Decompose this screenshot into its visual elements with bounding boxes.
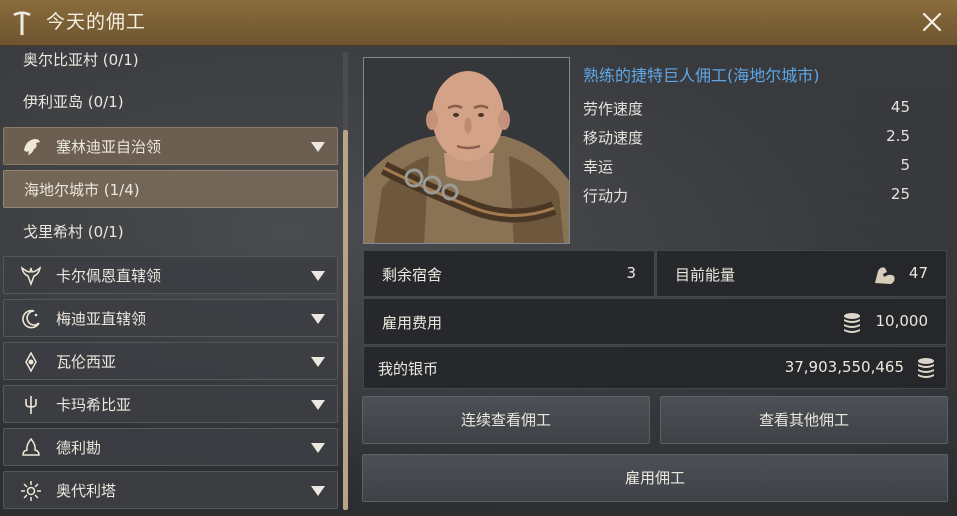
region-label: 卡尔佩恩直辖领 [56, 267, 162, 285]
giant-worker-image [364, 58, 569, 243]
window-title: 今天的佣工 [46, 11, 147, 33]
region-item-glish[interactable]: 戈里希村 (0/1) [3, 213, 338, 251]
sunburst-icon [21, 481, 41, 501]
region-label: 瓦伦西亚 [56, 353, 117, 371]
hire-cost-box: 雇用费用 10,000 [363, 298, 947, 345]
my-silver-value: 37,903,550,465 [784, 358, 904, 376]
stat-move-speed-value: 2.5 [886, 127, 910, 145]
region-item-iliya[interactable]: 伊利亚岛 (0/1) [3, 83, 338, 121]
hire-cost-label: 雇用费用 [382, 314, 443, 332]
region-list: 奥尔比亚村 (0/1) 伊利亚岛 (0/1) 塞林迪亚自治领 海地尔城市 (1/… [0, 46, 340, 516]
sun-emblem-icon [25, 351, 37, 373]
flame-emblem-icon [22, 437, 40, 456]
region-group-serendia[interactable]: 塞林迪亚自治领 [3, 127, 338, 165]
lodging-value: 3 [626, 264, 636, 282]
region-label: 塞林迪亚自治领 [56, 138, 162, 156]
close-icon[interactable] [921, 11, 943, 33]
energy-box: 目前能量 47 [656, 250, 947, 297]
lodging-box: 剩余宿舍 3 [363, 250, 655, 297]
region-label: 奥代利塔 [56, 482, 117, 500]
silver-coin-icon [844, 313, 860, 333]
my-silver-label: 我的银币 [378, 360, 439, 378]
region-group-odyllita[interactable]: 奥代利塔 [3, 471, 338, 509]
stat-stamina-label: 行动力 [583, 187, 629, 205]
crescent-moon-icon [22, 309, 40, 329]
region-group-mediah[interactable]: 梅迪亚直辖领 [3, 299, 338, 337]
stat-luck-label: 幸运 [583, 158, 614, 176]
stat-work-speed-label: 劳作速度 [583, 100, 644, 118]
region-item-heidel[interactable]: 海地尔城市 (1/4) [3, 170, 338, 208]
chevron-down-icon [311, 486, 325, 496]
stat-work-speed-value: 45 [890, 98, 910, 116]
region-label: 卡玛希比亚 [56, 396, 132, 414]
worker-tool-icon [13, 11, 31, 35]
region-group-kamasylvia[interactable]: 卡玛希比亚 [3, 385, 338, 423]
region-item-olvia[interactable]: 奥尔比亚村 (0/1) [3, 41, 338, 79]
region-group-calpheon[interactable]: 卡尔佩恩直辖领 [3, 256, 338, 294]
stat-stamina-value: 25 [890, 185, 910, 203]
region-label: 德利勘 [56, 439, 102, 457]
region-label: 奥尔比亚村 (0/1) [23, 51, 139, 69]
region-group-valencia[interactable]: 瓦伦西亚 [3, 342, 338, 380]
region-group-drieghan[interactable]: 德利勘 [3, 428, 338, 466]
worker-portrait [363, 57, 570, 244]
hire-cost-value: 10,000 [875, 312, 929, 330]
energy-value: 47 [908, 264, 928, 282]
stat-move-speed-label: 移动速度 [583, 129, 644, 147]
title-bar[interactable]: 今天的佣工 [0, 0, 957, 46]
worker-name: 熟练的捷特巨人佣工(海地尔城市) [583, 66, 820, 85]
scrollbar-thumb[interactable] [343, 130, 348, 510]
chevron-down-icon [311, 357, 325, 367]
region-label: 伊利亚岛 (0/1) [23, 93, 124, 111]
silver-coin-icon [918, 358, 934, 378]
worker-hire-window: 今天的佣工 奥尔比亚村 (0/1) 伊利亚岛 (0/1) 塞林迪亚自治领 海地尔… [0, 0, 957, 516]
energy-label: 目前能量 [675, 266, 736, 284]
lodging-label: 剩余宿舍 [382, 266, 443, 284]
continuous-view-button[interactable]: 连续查看佣工 [362, 396, 650, 444]
trident-icon [25, 396, 37, 414]
my-silver-box: 我的银币 37,903,550,465 [363, 346, 947, 389]
region-label: 海地尔城市 (1/4) [24, 181, 140, 199]
stat-luck-value: 5 [900, 156, 910, 174]
region-label: 戈里希村 (0/1) [23, 223, 124, 241]
energy-arm-icon [875, 267, 895, 284]
region-label: 梅迪亚直辖领 [56, 310, 147, 328]
chevron-down-icon [311, 443, 325, 453]
chevron-down-icon [311, 400, 325, 410]
winged-crest-icon [20, 266, 42, 287]
chevron-down-icon [311, 271, 325, 281]
eagle-crest-icon [24, 139, 40, 155]
chevron-down-icon [311, 142, 325, 152]
chevron-down-icon [311, 314, 325, 324]
view-other-workers-button[interactable]: 查看其他佣工 [660, 396, 948, 444]
hire-worker-button[interactable]: 雇用佣工 [362, 454, 948, 502]
